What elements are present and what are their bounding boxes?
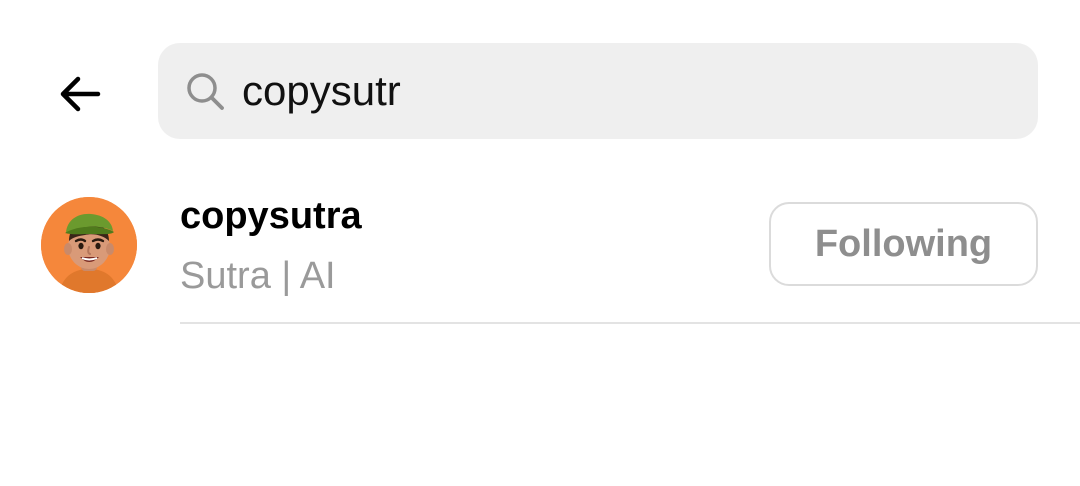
cartoon-avatar-icon <box>41 197 137 293</box>
arrow-left-icon <box>60 76 101 112</box>
search-icon <box>184 70 226 112</box>
following-button[interactable]: Following <box>769 202 1038 286</box>
avatar[interactable] <box>41 197 137 293</box>
result-text: copysutra Sutra | AI <box>180 194 362 298</box>
search-input[interactable] <box>242 61 1002 121</box>
search-bar[interactable] <box>158 43 1038 139</box>
username: copysutra <box>180 195 362 237</box>
search-result-row[interactable]: copysutra Sutra | AI Following <box>0 180 1080 324</box>
divider <box>180 322 1080 324</box>
search-screen: copysutra Sutra | AI Following <box>0 0 1080 486</box>
full-name: Sutra | AI <box>180 255 336 297</box>
back-button[interactable] <box>50 64 110 124</box>
